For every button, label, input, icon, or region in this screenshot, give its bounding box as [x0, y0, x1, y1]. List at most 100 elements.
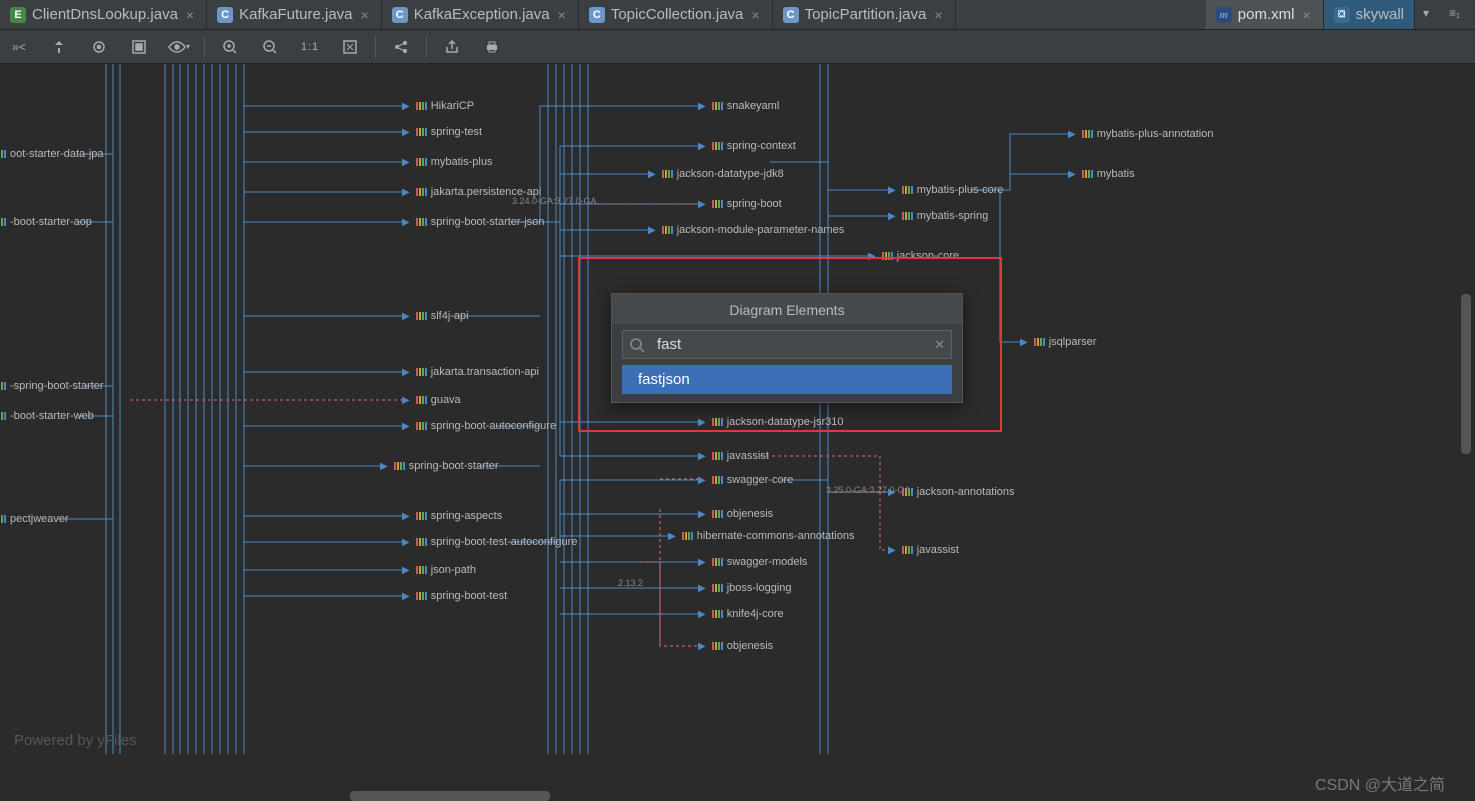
- tab-kafkafuture[interactable]: CKafkaFuture.java×: [207, 0, 382, 29]
- dependency-node[interactable]: ▶hibernate-commons-annotations: [668, 530, 854, 542]
- dependency-node[interactable]: -boot-starter-web: [0, 410, 94, 422]
- module-icon: [416, 158, 427, 166]
- horizontal-scrollbar[interactable]: [350, 791, 550, 801]
- clear-search-icon[interactable]: ✕: [934, 337, 945, 353]
- search-icon: [629, 337, 645, 353]
- dependency-node[interactable]: ▶spring-boot-test-autoconfigure: [402, 536, 577, 548]
- search-result-item[interactable]: fastjson: [622, 365, 952, 394]
- close-icon[interactable]: ×: [932, 7, 944, 23]
- dependency-node[interactable]: ▶spring-aspects: [402, 510, 502, 522]
- tab-topicpartition[interactable]: CTopicPartition.java×: [773, 0, 956, 29]
- dependency-node[interactable]: ▶spring-boot-autoconfigure: [402, 420, 556, 432]
- module-icon: [902, 212, 913, 220]
- diagram-search-input[interactable]: [655, 335, 924, 354]
- module-icon: [0, 382, 6, 390]
- select-parent-icon[interactable]: [48, 36, 70, 58]
- eye-icon[interactable]: ▾: [168, 36, 190, 58]
- tab-bar-tools: ▾ ≡₁: [1415, 0, 1475, 29]
- dependency-node[interactable]: ▶spring-boot-starter-json: [402, 216, 544, 228]
- diagram-canvas[interactable]: oot-starter-data-jpa -boot-starter-aop -sp…: [0, 64, 1475, 801]
- tab-topiccollection[interactable]: CTopicCollection.java×: [579, 0, 773, 29]
- dependency-node[interactable]: ▶mybatis-plus-core: [888, 184, 1004, 196]
- dependency-node[interactable]: ▶jakarta.transaction-api: [402, 366, 539, 378]
- dependency-node[interactable]: ▶jackson-datatype-jsr310: [698, 416, 844, 428]
- dependency-node[interactable]: ▶spring-test: [402, 126, 482, 138]
- module-icon: [712, 558, 723, 566]
- scope-icon[interactable]: [128, 36, 150, 58]
- dependency-node[interactable]: ▶swagger-models: [698, 556, 807, 568]
- dependency-node[interactable]: ▶mybatis-plus-annotation: [1068, 128, 1214, 140]
- module-icon: [1082, 170, 1093, 178]
- module-icon: [712, 584, 723, 592]
- tab-pom-xml[interactable]: mpom.xml×: [1206, 0, 1324, 29]
- target-icon[interactable]: [88, 36, 110, 58]
- node-label: spring-boot-test: [431, 590, 507, 602]
- close-icon[interactable]: ×: [749, 7, 761, 23]
- chevron-down-icon[interactable]: ▾: [1423, 6, 1441, 24]
- tab-kafkaexception[interactable]: CKafkaException.java×: [382, 0, 579, 29]
- module-icon: [0, 412, 6, 420]
- node-label: jackson-datatype-jsr310: [727, 416, 844, 428]
- diagram-toolbar: »< ▾ 1:1: [0, 30, 1475, 64]
- dependency-node[interactable]: ▶HikariCP: [402, 100, 474, 112]
- node-label: jackson-datatype-jdk8: [677, 168, 784, 180]
- vertical-scrollbar[interactable]: [1461, 294, 1471, 454]
- dependency-node[interactable]: ▶jackson-module-parameter-names: [648, 224, 844, 236]
- expand-icon[interactable]: »<: [8, 36, 30, 58]
- node-label: spring-boot-starter-json: [431, 216, 545, 228]
- module-icon: [712, 200, 723, 208]
- diagram-icon: ⛋: [1334, 7, 1350, 23]
- java-enum-icon: E: [10, 7, 26, 23]
- dependency-node[interactable]: ▶spring-boot-starter: [380, 460, 499, 472]
- close-icon[interactable]: ×: [359, 7, 371, 23]
- zoom-reset-icon[interactable]: 1:1: [299, 36, 321, 58]
- dependency-node[interactable]: ▶javassist: [888, 544, 959, 556]
- node-label: objenesis: [727, 508, 773, 520]
- dependency-node[interactable]: -boot-starter-aop: [0, 216, 92, 228]
- close-icon[interactable]: ×: [184, 7, 196, 23]
- tab-skywall[interactable]: ⛋skywall: [1324, 0, 1415, 29]
- list-icon[interactable]: ≡₁: [1449, 6, 1467, 24]
- java-class-icon: C: [217, 7, 233, 23]
- zoom-in-icon[interactable]: [219, 36, 241, 58]
- dependency-node[interactable]: ▶mybatis: [1068, 168, 1135, 180]
- dependency-node[interactable]: ▶slf4j-api: [402, 310, 469, 322]
- dependency-node[interactable]: ▶json-path: [402, 564, 476, 576]
- dependency-node[interactable]: oot-starter-data-jpa: [0, 148, 104, 160]
- edge-version-label: 2.13.2: [618, 578, 643, 588]
- module-icon: [416, 538, 427, 546]
- dependency-node[interactable]: ▶spring-boot-test: [402, 590, 507, 602]
- dependency-node[interactable]: ▶snakeyaml: [698, 100, 779, 112]
- dependency-node[interactable]: ▶mybatis-spring: [888, 210, 988, 222]
- close-icon[interactable]: ×: [556, 7, 568, 23]
- search-input-row: ✕: [622, 330, 952, 359]
- dependency-node[interactable]: ▶guava: [402, 394, 461, 406]
- module-icon: [416, 188, 427, 196]
- dependency-node[interactable]: ▶javassist: [698, 450, 769, 462]
- dependency-node[interactable]: ▶swagger-core: [698, 474, 793, 486]
- java-class-icon: C: [392, 7, 408, 23]
- zoom-out-icon[interactable]: [259, 36, 281, 58]
- dependency-node[interactable]: ▶jsqlparser: [1020, 336, 1096, 348]
- dependency-node[interactable]: ▶objenesis: [698, 640, 773, 652]
- fit-screen-icon[interactable]: [339, 36, 361, 58]
- export-icon[interactable]: [441, 36, 463, 58]
- module-icon: [712, 610, 723, 618]
- dependency-node[interactable]: ▶spring-boot: [698, 198, 782, 210]
- dependency-node[interactable]: ▶jboss-logging: [698, 582, 792, 594]
- module-icon: [1034, 338, 1045, 346]
- node-label: jakarta.transaction-api: [431, 366, 539, 378]
- dependency-node[interactable]: ▶jackson-core: [868, 250, 959, 262]
- dependency-node[interactable]: -spring-boot-starter: [0, 380, 104, 392]
- dependency-node[interactable]: pectjweaver: [0, 513, 69, 525]
- print-icon[interactable]: [481, 36, 503, 58]
- module-icon: [712, 510, 723, 518]
- dependency-node[interactable]: ▶mybatis-plus: [402, 156, 492, 168]
- dependency-node[interactable]: ▶jackson-datatype-jdk8: [648, 168, 784, 180]
- share-icon[interactable]: [390, 36, 412, 58]
- tab-clientdnslookup[interactable]: EClientDnsLookup.java×: [0, 0, 207, 29]
- dependency-node[interactable]: ▶objenesis: [698, 508, 773, 520]
- dependency-node[interactable]: ▶knife4j-core: [698, 608, 784, 620]
- dependency-node[interactable]: ▶spring-context: [698, 140, 796, 152]
- close-icon[interactable]: ×: [1300, 7, 1312, 23]
